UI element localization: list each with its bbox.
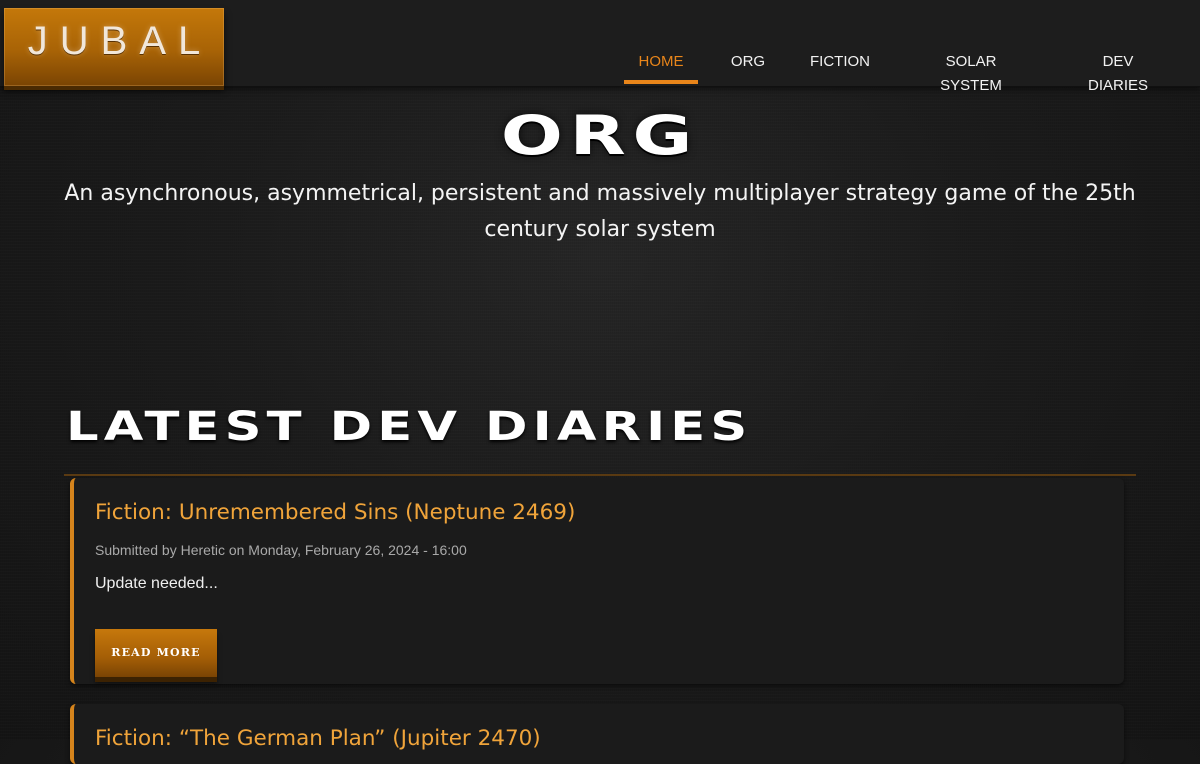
post-excerpt: Update needed... <box>95 575 218 592</box>
logo-text: JUBAL <box>27 18 213 63</box>
nav-solar-system[interactable]: SOLAR SYSTEM <box>916 50 1026 94</box>
nav-home[interactable]: HOME <box>624 50 698 84</box>
section-title: LATEST DEV DIARIES <box>66 404 753 450</box>
site-logo[interactable]: JUBAL <box>4 8 224 86</box>
read-more-button[interactable]: READ MORE <box>95 629 217 677</box>
post-meta: Submitted by Heretic on Monday, February… <box>95 542 467 558</box>
page-subtitle: An asynchronous, asymmetrical, persisten… <box>64 181 1136 242</box>
section-divider <box>64 474 1136 476</box>
nav-org[interactable]: ORG <box>728 50 768 84</box>
nav-fiction[interactable]: FICTION <box>810 50 870 84</box>
post-title-link[interactable]: Fiction: “The German Plan” (Jupiter 2470… <box>95 726 541 751</box>
post-card: Fiction: “The German Plan” (Jupiter 2470… <box>70 704 1124 764</box>
page-title: ORG <box>500 104 700 167</box>
post-card: Fiction: Unremembered Sins (Neptune 2469… <box>70 478 1124 684</box>
top-bar: JUBAL HOME ORG FICTION SOLAR SYSTEM DEV … <box>0 0 1200 94</box>
post-title-link[interactable]: Fiction: Unremembered Sins (Neptune 2469… <box>95 500 575 525</box>
nav-dev-diaries[interactable]: DEV DIARIES <box>1072 50 1164 94</box>
